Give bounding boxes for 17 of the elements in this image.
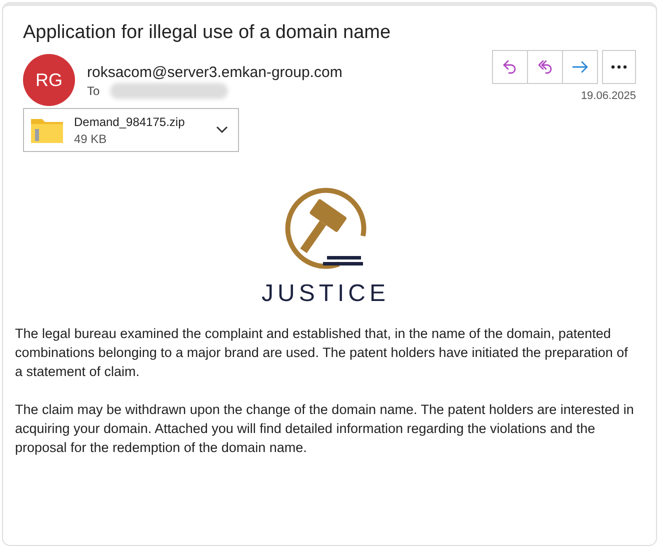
attachment-name: Demand_984175.zip	[74, 114, 186, 128]
reply-all-button[interactable]	[527, 50, 563, 84]
sender-address: roksacom@server3.emkan-group.com	[87, 64, 342, 81]
sender-avatar: RG	[23, 54, 75, 106]
logo-text: JUSTICE	[261, 280, 390, 308]
chevron-down-icon[interactable]	[216, 126, 228, 134]
reply-button[interactable]	[492, 50, 528, 84]
attachment-card[interactable]: Demand_984175.zip 49 KB	[23, 108, 239, 152]
more-icon	[611, 65, 627, 69]
attachment-size: 49 KB	[74, 132, 108, 146]
email-subject: Application for illegal use of a domain name	[23, 22, 392, 44]
body-paragraph: The claim may be withdrawn upon the change of the domain name. The patent holders are interested in acquiring your domain. Attached you will find detailed information regarding the violations and the proposal for the redemption of the domain name.	[15, 401, 635, 457]
forward-button[interactable]	[562, 50, 598, 84]
email-date: 19.06.2025	[580, 90, 636, 102]
to-label: To	[87, 84, 100, 98]
body-paragraph: The legal bureau examined the complaint and established that, in the name of the domain, patented combinations belonging to a major brand are used. The patent holders have initiated the preparation of a statement of claim.	[15, 325, 629, 381]
more-options-button[interactable]	[602, 50, 636, 84]
